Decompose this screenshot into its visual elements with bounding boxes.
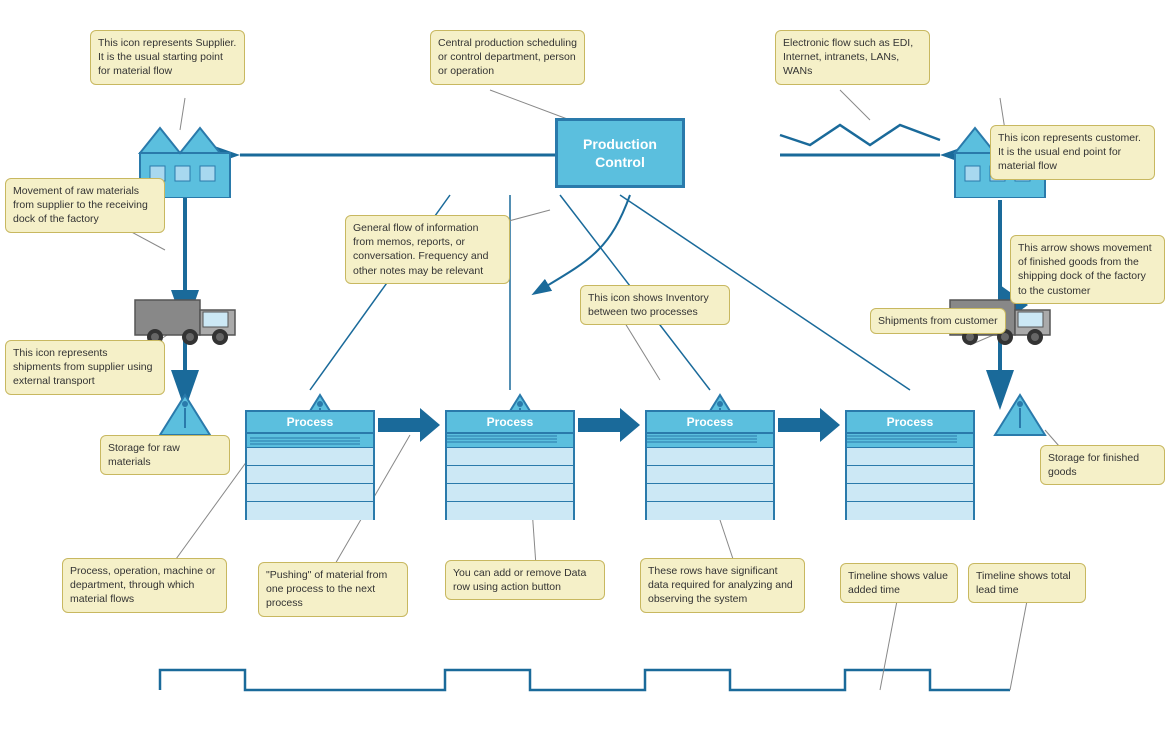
callout-data-analysis: These rows have significant data require… — [640, 558, 805, 613]
callout-inventory: This icon shows Inventory between two pr… — [580, 285, 730, 325]
callout-customer-text: This icon represents customer. It is the… — [998, 132, 1141, 172]
process-label-4: Process — [847, 412, 973, 434]
callout-storage-finished-text: Storage for finished goods — [1048, 452, 1139, 478]
callout-electronic-flow: Electronic flow such as EDI, Internet, i… — [775, 30, 930, 85]
prod-control-label: Production Control — [558, 135, 682, 171]
callout-timeline-total-text: Timeline shows total lead time — [976, 570, 1071, 596]
callout-finished-goods-text: This arrow shows movement of finished go… — [1018, 242, 1152, 297]
callout-finished-goods: This arrow shows movement of finished go… — [1010, 235, 1165, 304]
callout-storage-finished: Storage for finished goods — [1040, 445, 1165, 485]
diagram-canvas: { "title": "Value Stream Mapping Diagram… — [0, 0, 1170, 735]
callout-info-flow-text: General flow of information from memos, … — [353, 222, 488, 277]
callout-process-desc-text: Process, operation, machine or departmen… — [70, 565, 215, 605]
callout-timeline-value: Timeline shows value added time — [840, 563, 958, 603]
callout-process-desc: Process, operation, machine or departmen… — [62, 558, 227, 613]
callout-timeline-value-text: Timeline shows value added time — [848, 570, 948, 596]
callout-timeline-total: Timeline shows total lead time — [968, 563, 1086, 603]
callout-data-analysis-text: These rows have significant data require… — [648, 565, 793, 605]
process-box-2: Process — [445, 410, 575, 520]
callout-supplier-text: This icon represents Supplier. It is the… — [98, 37, 236, 77]
process-box-1: Process — [245, 410, 375, 520]
process-label-3: Process — [647, 412, 773, 434]
callout-push-desc: "Pushing" of material from one process t… — [258, 562, 408, 617]
callout-supplier-transport: This icon represents shipments from supp… — [5, 340, 165, 395]
process-label-2: Process — [447, 412, 573, 434]
callout-push-desc-text: "Pushing" of material from one process t… — [266, 569, 387, 609]
diagram-svg — [0, 0, 1170, 735]
callout-central-prod: Central production scheduling or control… — [430, 30, 585, 85]
callout-supplier: This icon represents Supplier. It is the… — [90, 30, 245, 85]
callout-storage-raw: Storage for raw materials — [100, 435, 230, 475]
production-control-box: Production Control — [555, 118, 685, 188]
callout-electronic-flow-text: Electronic flow such as EDI, Internet, i… — [783, 37, 913, 77]
callout-central-prod-text: Central production scheduling or control… — [438, 37, 577, 77]
inventory-triangle-right — [993, 390, 1048, 443]
callout-data-row: You can add or remove Data row using act… — [445, 560, 605, 600]
callout-data-row-text: You can add or remove Data row using act… — [453, 567, 586, 593]
callout-raw-movement-text: Movement of raw materials from supplier … — [13, 185, 148, 225]
callout-shipments-text: Shipments from customer — [878, 315, 998, 327]
callout-supplier-transport-text: This icon represents shipments from supp… — [13, 347, 152, 387]
callout-raw-movement: Movement of raw materials from supplier … — [5, 178, 165, 233]
callout-customer: This icon represents customer. It is the… — [990, 125, 1155, 180]
process-box-3: Process — [645, 410, 775, 520]
process-box-4: Process — [845, 410, 975, 520]
callout-info-flow: General flow of information from memos, … — [345, 215, 510, 284]
process-label-1: Process — [247, 412, 373, 434]
callout-shipments-customer: Shipments from customer — [870, 308, 1006, 334]
callout-inventory-text: This icon shows Inventory between two pr… — [588, 292, 709, 318]
callout-storage-raw-text: Storage for raw materials — [108, 442, 180, 468]
